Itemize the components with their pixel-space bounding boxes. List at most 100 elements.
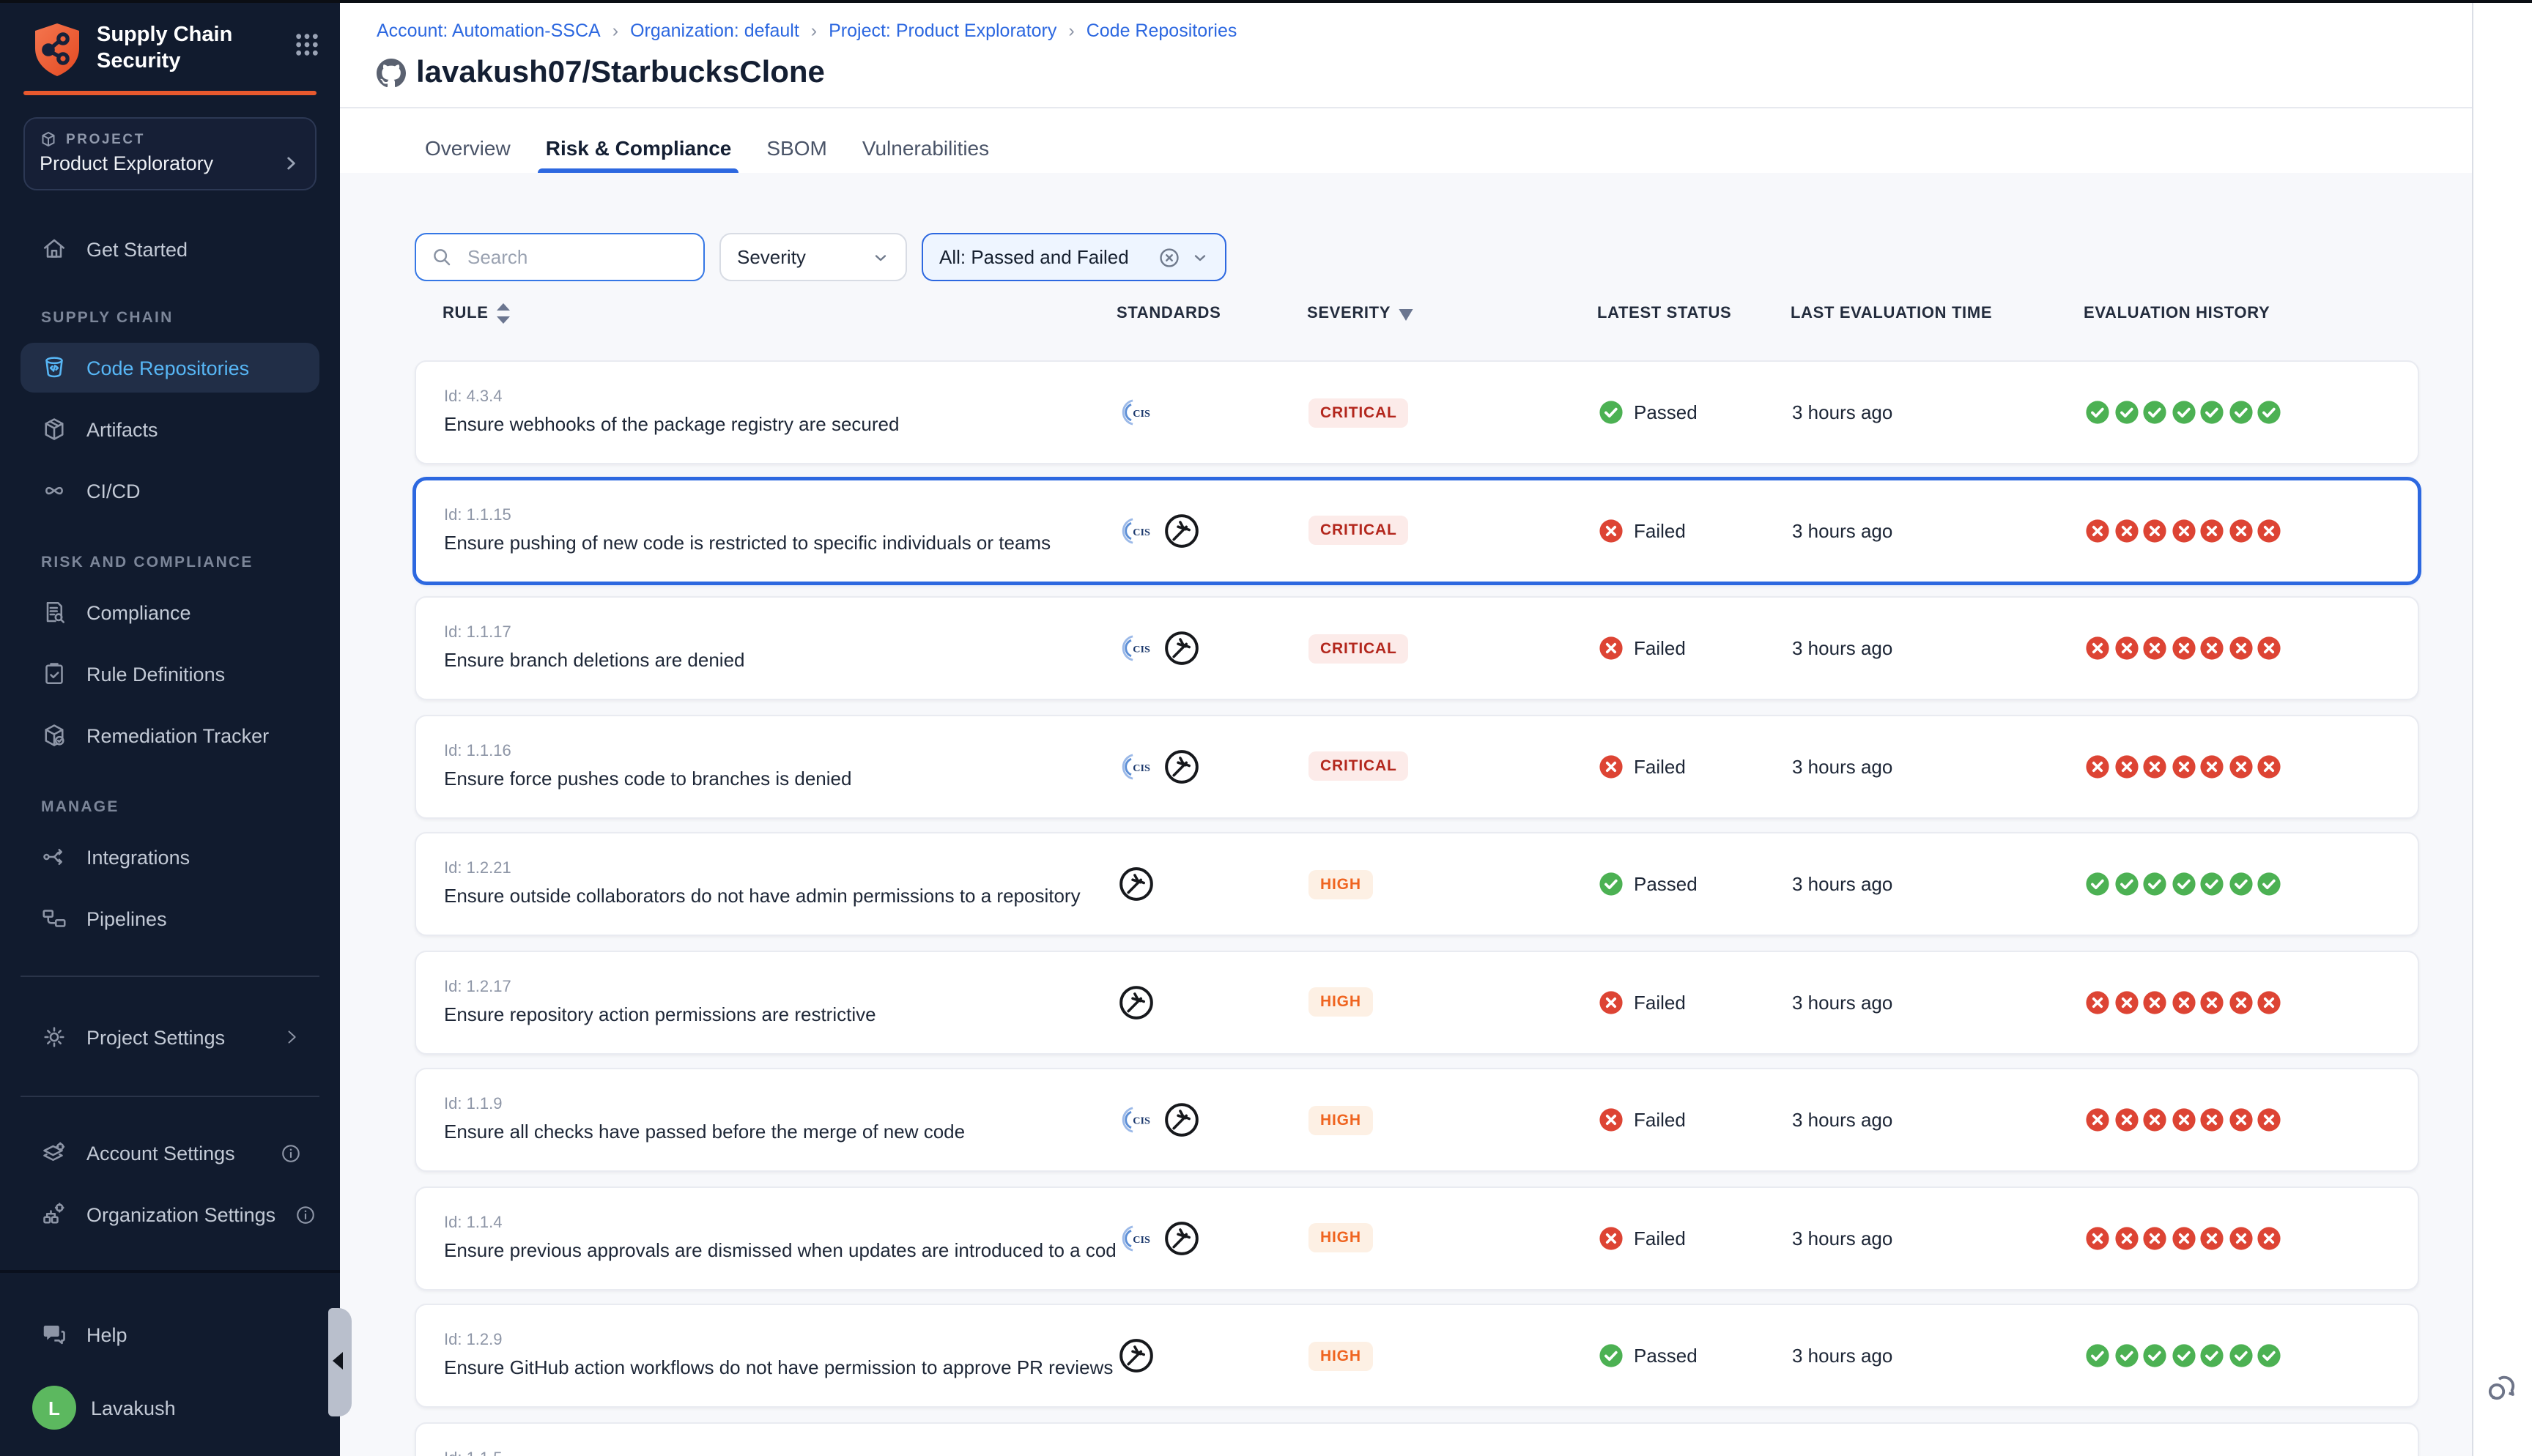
- owasp-standard-icon: [1118, 984, 1155, 1020]
- table-row[interactable]: Id: 1.2.21Ensure outside collaborators d…: [415, 832, 2419, 936]
- evaluation-history-cell: [2085, 1107, 2418, 1132]
- last-evaluation-time: 3 hours ago: [1792, 1227, 2085, 1249]
- sidebar-section-label: MANAGE: [41, 798, 340, 816]
- history-fail-icon: [2085, 989, 2110, 1014]
- status-cell: Failed: [1599, 518, 1792, 543]
- owasp-standard-icon: [1163, 630, 1200, 666]
- svg-text:CIS: CIS: [1133, 644, 1150, 655]
- status-failed-icon: [1599, 518, 1624, 543]
- tab-risk-compliance[interactable]: Risk & Compliance: [546, 123, 732, 173]
- sidebar-item-remediation-tracker[interactable]: Remediation Tracker: [21, 710, 319, 760]
- history-fail-icon: [2199, 989, 2224, 1014]
- last-evaluation-time: 3 hours ago: [1792, 519, 2085, 541]
- history-pass-icon: [2114, 872, 2139, 896]
- severity-cell: CRITICAL: [1308, 398, 1599, 427]
- sidebar-item-project-settings[interactable]: Project Settings: [21, 1012, 319, 1062]
- severity-filter-label: Severity: [737, 246, 806, 268]
- table-row[interactable]: Id: 1.1.15Ensure pushing of new code is …: [415, 478, 2419, 582]
- history-fail-icon: [2228, 989, 2253, 1014]
- status-filter[interactable]: All: Passed and Failed: [922, 233, 1226, 281]
- history-pass-icon: [2142, 400, 2167, 425]
- cis-standard-icon: CIS: [1118, 1103, 1152, 1137]
- history-pass-icon: [2199, 400, 2224, 425]
- standards-cell: CIS: [1118, 748, 1308, 784]
- sidebar-item-cicd[interactable]: CI/CD: [21, 466, 319, 516]
- table-row[interactable]: Id: 1.1.4Ensure previous approvals are d…: [415, 1186, 2419, 1290]
- history-fail-icon: [2171, 1107, 2196, 1132]
- svg-text:CIS: CIS: [1133, 526, 1150, 538]
- cube-icon: [40, 130, 57, 148]
- owasp-standard-icon: [1163, 748, 1200, 784]
- sidebar-item-artifacts[interactable]: Artifacts: [21, 404, 319, 454]
- app-grid-icon[interactable]: [295, 32, 319, 57]
- sort-icon[interactable]: [496, 303, 512, 324]
- severity-badge: CRITICAL: [1308, 516, 1409, 545]
- svg-text:CIS: CIS: [1133, 1233, 1150, 1245]
- table-row[interactable]: Id: 1.2.9Ensure GitHub action workflows …: [415, 1304, 2419, 1408]
- severity-cell: CRITICAL: [1308, 751, 1599, 781]
- breadcrumb-link[interactable]: Account: Automation-SSCA: [377, 21, 601, 41]
- table-row[interactable]: Id: 1.1.17Ensure branch deletions are de…: [415, 596, 2419, 700]
- tab-sbom[interactable]: SBOM: [766, 123, 826, 173]
- rule-text: Ensure repository action permissions are…: [444, 1003, 1118, 1026]
- table-row[interactable]: Id: 1.1.9Ensure all checks have passed b…: [415, 1068, 2419, 1172]
- sidebar-item-code-repositories[interactable]: Code Repositories: [21, 343, 319, 393]
- sidebar-section-label: SUPPLY CHAIN: [41, 309, 340, 327]
- table-row[interactable]: Id: 4.3.4Ensure webhooks of the package …: [415, 360, 2419, 464]
- last-evaluation-time: 3 hours ago: [1792, 401, 2085, 423]
- brand-accent-divider: [23, 91, 316, 95]
- severity-filter[interactable]: Severity: [719, 233, 907, 281]
- status-label: Passed: [1634, 401, 1698, 423]
- cis-standard-icon: CIS: [1118, 1221, 1152, 1255]
- sidebar-item-compliance[interactable]: Compliance: [21, 587, 319, 637]
- history-fail-icon: [2199, 1107, 2224, 1132]
- standards-cell: CIS: [1118, 630, 1308, 666]
- table-row[interactable]: Id: 1.1.16Ensure force pushes code to br…: [415, 714, 2419, 818]
- sidebar-item-integrations[interactable]: Integrations: [21, 832, 319, 882]
- sidebar-item-rule-definitions[interactable]: Rule Definitions: [21, 649, 319, 699]
- sidebar-item-help[interactable]: ? Help: [21, 1310, 319, 1359]
- cis-standard-icon: CIS: [1118, 395, 1152, 429]
- table-row[interactable]: Id: 1.1.5CISHIGHFailed3 hours ago: [415, 1422, 2419, 1456]
- breadcrumb-link[interactable]: Project: Product Exploratory: [829, 21, 1056, 41]
- sidebar-collapse-handle[interactable]: [328, 1308, 352, 1416]
- history-fail-icon: [2228, 1225, 2253, 1250]
- sidebar-item-account-settings[interactable]: Account Settings: [21, 1128, 319, 1178]
- evaluation-history-cell: [2085, 872, 2418, 896]
- severity-cell: CRITICAL: [1308, 634, 1599, 663]
- rule-text: Ensure pushing of new code is restricted…: [444, 531, 1118, 554]
- status-label: Failed: [1634, 1227, 1686, 1249]
- table-row[interactable]: Id: 1.2.17Ensure repository action permi…: [415, 950, 2419, 1054]
- tab-overview[interactable]: Overview: [425, 123, 511, 173]
- rule-cell: Id: 1.2.9Ensure GitHub action workflows …: [444, 1331, 1118, 1380]
- rule-cell: Id: 1.1.9Ensure all checks have passed b…: [444, 1096, 1118, 1144]
- search-input[interactable]: [464, 245, 689, 270]
- column-header-label: LAST EVALUATION TIME: [1791, 305, 1992, 322]
- evaluation-history-cell: [2085, 400, 2418, 425]
- history-pass-icon: [2228, 400, 2253, 425]
- tab-vulnerabilities[interactable]: Vulnerabilities: [862, 123, 989, 173]
- feedback-chat-icon[interactable]: [2485, 1371, 2520, 1406]
- rule-cell: Id: 1.1.17Ensure branch deletions are de…: [444, 624, 1118, 672]
- github-icon: [377, 59, 406, 88]
- sidebar-item-get-started[interactable]: Get Started: [21, 224, 319, 274]
- org-gear-icon: [41, 1201, 67, 1227]
- history-pass-icon: [2171, 872, 2196, 896]
- history-pass-icon: [2085, 400, 2110, 425]
- breadcrumb-link[interactable]: Code Repositories: [1087, 21, 1237, 41]
- column-header-label: RULE: [443, 305, 489, 322]
- breadcrumb-link[interactable]: Organization: default: [630, 21, 799, 41]
- history-fail-icon: [2085, 1225, 2110, 1250]
- clear-filter-icon[interactable]: [1158, 245, 1181, 269]
- sidebar-item-pipelines[interactable]: Pipelines: [21, 894, 319, 943]
- sidebar-item-organization-settings[interactable]: Organization Settings: [21, 1189, 319, 1239]
- history-fail-icon: [2171, 518, 2196, 543]
- history-fail-icon: [2114, 636, 2139, 661]
- column-header-label: STANDARDS: [1117, 305, 1221, 322]
- info-icon: [295, 1203, 316, 1225]
- sidebar-item-label: Code Repositories: [86, 357, 319, 379]
- sidebar-item-label: Get Started: [86, 238, 319, 260]
- project-selector[interactable]: PROJECT Product Exploratory: [23, 117, 316, 190]
- user-menu[interactable]: L Lavakush: [32, 1386, 319, 1430]
- sort-descending-icon[interactable]: [1398, 307, 1414, 320]
